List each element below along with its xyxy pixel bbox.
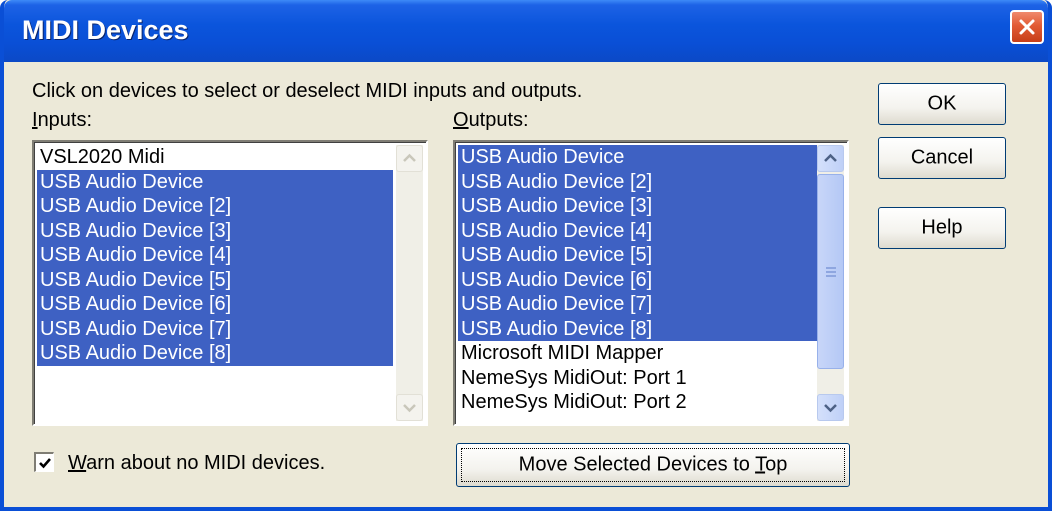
warn-label-rest: arn about no MIDI devices. bbox=[86, 452, 326, 474]
instruction-text: Click on devices to select or deselect M… bbox=[32, 80, 583, 102]
ok-button[interactable]: OK bbox=[878, 83, 1006, 125]
inputs-scroll-down-button bbox=[396, 394, 423, 421]
outputs-listbox[interactable]: USB Audio Device USB Audio Device [2] USB … bbox=[453, 140, 849, 426]
help-button-label: Help bbox=[921, 216, 963, 239]
inputs-list-item[interactable]: USB Audio Device [6] bbox=[37, 292, 393, 317]
outputs-scrollbar[interactable] bbox=[817, 145, 844, 421]
inputs-list-item[interactable]: VSL2020 Midi bbox=[37, 145, 393, 170]
outputs-scroll-thumb[interactable] bbox=[817, 174, 844, 369]
chevron-up-icon bbox=[824, 153, 837, 162]
outputs-label: Outputs: bbox=[453, 109, 529, 132]
inputs-list-item[interactable]: USB Audio Device [3] bbox=[37, 218, 393, 243]
cancel-button-label: Cancel bbox=[910, 146, 974, 169]
inputs-list-item[interactable]: USB Audio Device [5] bbox=[37, 267, 393, 292]
close-button[interactable] bbox=[1010, 10, 1044, 44]
window-title: MIDI Devices bbox=[22, 15, 189, 45]
move-selected-to-top-button[interactable]: Move Selected Devices to Top bbox=[456, 443, 850, 487]
inputs-scrollbar bbox=[396, 145, 423, 421]
inputs-list: VSL2020 Midi USB Audio Device USB Audio De… bbox=[37, 145, 393, 366]
title-bar[interactable]: MIDI Devices bbox=[4, 0, 1048, 62]
close-icon bbox=[1019, 19, 1035, 35]
inputs-scroll-up-button bbox=[396, 145, 423, 172]
outputs-list-item[interactable]: USB Audio Device [5] bbox=[458, 243, 817, 268]
move-button-label: Move Selected Devices to Top bbox=[518, 453, 788, 476]
chevron-down-icon bbox=[403, 404, 416, 413]
inputs-list-item[interactable]: USB Audio Device [7] bbox=[37, 316, 393, 341]
chevron-down-icon bbox=[824, 404, 837, 413]
outputs-list-item[interactable]: USB Audio Device [7] bbox=[458, 292, 817, 317]
inputs-listbox[interactable]: VSL2020 Midi USB Audio Device USB Audio De… bbox=[32, 140, 428, 426]
help-button[interactable]: Help bbox=[878, 207, 1006, 249]
outputs-scroll-down-button[interactable] bbox=[817, 394, 844, 421]
outputs-label-accel: O bbox=[453, 109, 469, 131]
outputs-list-item[interactable]: USB Audio Device [8] bbox=[458, 316, 817, 341]
inputs-label: Inputs: bbox=[32, 109, 92, 132]
outputs-scroll-up-button[interactable] bbox=[817, 145, 844, 172]
outputs-label-rest: utputs: bbox=[468, 109, 529, 131]
outputs-list-item[interactable]: Microsoft MIDI Mapper bbox=[458, 341, 817, 366]
warn-checkbox[interactable] bbox=[34, 452, 54, 472]
inputs-list-item[interactable]: USB Audio Device bbox=[37, 169, 393, 194]
ok-button-label: OK bbox=[927, 92, 957, 115]
inputs-list-item[interactable]: USB Audio Device [8] bbox=[37, 341, 393, 366]
chevron-up-icon bbox=[403, 153, 416, 162]
midi-devices-dialog: MIDI Devices Click on devices to select … bbox=[0, 0, 1052, 511]
cancel-button[interactable]: Cancel bbox=[878, 137, 1006, 179]
outputs-list-item[interactable]: USB Audio Device [2] bbox=[458, 169, 817, 194]
warn-label-accel: W bbox=[68, 452, 87, 474]
inputs-list-item[interactable]: USB Audio Device [2] bbox=[37, 194, 393, 219]
outputs-list-item[interactable]: USB Audio Device [6] bbox=[458, 267, 817, 292]
outputs-list-item[interactable]: NemeSys MidiOut: Port 1 bbox=[458, 366, 817, 391]
outputs-list-item[interactable]: USB Audio Device [4] bbox=[458, 218, 817, 243]
outputs-list-item[interactable]: NemeSys MidiOut: Port 2 bbox=[458, 390, 817, 415]
outputs-list: USB Audio Device USB Audio Device [2] USB … bbox=[458, 145, 817, 415]
grip-icon bbox=[826, 266, 836, 277]
check-icon bbox=[39, 458, 51, 469]
outputs-list-item[interactable]: USB Audio Device [3] bbox=[458, 194, 817, 219]
outputs-list-item[interactable]: USB Audio Device bbox=[458, 145, 817, 170]
warn-checkbox-label[interactable]: Warn about no MIDI devices. bbox=[68, 452, 325, 475]
inputs-list-item[interactable]: USB Audio Device [4] bbox=[37, 243, 393, 268]
inputs-label-rest: nputs: bbox=[37, 109, 93, 131]
